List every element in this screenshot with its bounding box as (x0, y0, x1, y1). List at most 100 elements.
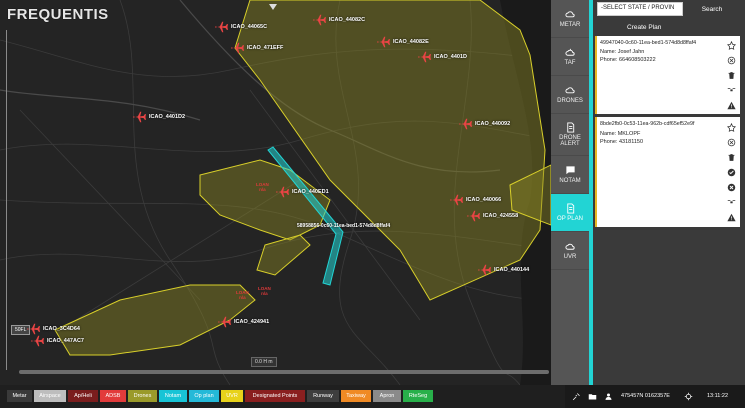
rail-label: NOTAM (559, 178, 581, 184)
legend-designated-points[interactable]: Designated Points (245, 390, 305, 402)
rail-label: DRONES (557, 98, 583, 104)
op-plan-card[interactable]: 49947040-0c60-11ea-bed1-574d8d8ffaf4 Nam… (595, 36, 740, 114)
flight-marker[interactable]: ICAO_471EFF (230, 41, 283, 55)
card-stripe (595, 36, 597, 114)
status-bar: 475457N 0162357E 13:11:22 (565, 385, 745, 408)
time-scale-bar[interactable] (19, 370, 549, 374)
drone-icon[interactable] (727, 86, 736, 95)
airplane-icon (467, 210, 480, 222)
rail-label: UVR (563, 254, 577, 260)
rail-op-plan[interactable]: OP PLAN (551, 194, 589, 232)
flight-marker[interactable]: ICAO_4401D (417, 50, 467, 64)
card-uuid: 49947040-0c60-11ea-bed1-574d8d8ffaf4 (600, 40, 697, 46)
flight-marker[interactable]: ICAO_424558 (466, 209, 518, 223)
legend-metar[interactable]: Metar (7, 390, 32, 402)
flight-label: ICAO_44065C (231, 24, 268, 30)
airplane-icon (450, 194, 463, 206)
flight-label: ICAO_44082C (329, 17, 366, 23)
legend-taxiway[interactable]: Taxiway (341, 390, 371, 402)
legend-airspace[interactable]: Airspace (34, 390, 66, 402)
cloud-icon (564, 243, 575, 250)
flight-label: ICAO_424941 (234, 319, 270, 325)
flight-marker[interactable]: ICAO_447AC7 (30, 334, 84, 348)
rail-notam[interactable]: NOTAM (551, 156, 589, 194)
state-select[interactable]: -SELECT STATE / PROVIN (597, 2, 683, 16)
rail-drones[interactable]: DRONES (551, 76, 589, 114)
loan-label-text: LOAN n/a (256, 182, 269, 192)
op-plan-card[interactable]: 8bde2fb0-0c53-11ea-962b-cdf65ef52e9f Nam… (595, 117, 740, 227)
flight-label: ICAO_440144 (494, 267, 530, 273)
cloud-sun-icon (564, 48, 575, 56)
legend-apron[interactable]: Apron (373, 390, 401, 402)
airplane-icon (215, 21, 228, 33)
card-uuid: 8bde2fb0-0c53-11ea-962b-cdf65ef52e9f (600, 121, 695, 127)
loan-label-text: LOAN n/a (236, 290, 249, 300)
rail-uvr[interactable]: UVR (551, 232, 589, 270)
cloud-sync-icon (564, 87, 575, 94)
trash-icon[interactable] (727, 153, 736, 162)
rail-label: TAF (564, 60, 576, 66)
search-button[interactable]: Search (689, 2, 735, 16)
loan-label: LOAN n/a (258, 286, 271, 296)
card-phone: Phone: 664608503222 (600, 57, 656, 63)
airplane-icon (276, 186, 289, 198)
app-root: FREQUENTIS 50FL 58958856-0c60-11ea-bed1-… (0, 0, 745, 408)
map-view[interactable]: FREQUENTIS 50FL 58958856-0c60-11ea-bed1-… (0, 0, 551, 385)
rail-label: METAR (559, 22, 581, 28)
legend-op-plan[interactable]: Op plan (189, 390, 219, 402)
rail-label: DRONE ALERT (559, 135, 581, 147)
close-circle-icon[interactable] (727, 56, 736, 65)
legend-notam[interactable]: Notam (159, 390, 187, 402)
trash-icon[interactable] (727, 71, 736, 80)
flight-marker[interactable]: ICAO_424941 (217, 315, 269, 329)
star-icon[interactable] (726, 41, 736, 50)
north-arrow (269, 4, 277, 10)
rail-drone-alert[interactable]: DRONE ALERT (551, 114, 589, 156)
legend-rteseg[interactable]: RteSeg (403, 390, 433, 402)
flight-marker[interactable]: ICAO_440ED1 (275, 185, 329, 199)
cloud-sync-icon (564, 11, 575, 18)
scale-label: 0.0 H m (251, 357, 277, 367)
rail-taf[interactable]: TAF (551, 38, 589, 76)
layer-rail: METAR TAF DRONES DRONE ALERT NOTAM OP PL… (551, 0, 589, 385)
legend-drones[interactable]: Drones (128, 390, 157, 402)
altitude-scale[interactable] (6, 30, 7, 370)
star-icon[interactable] (726, 123, 736, 132)
check-circle-icon[interactable] (727, 168, 736, 177)
card-actions (725, 123, 737, 228)
op-plan-panel: -SELECT STATE / PROVIN Search Create Pla… (593, 0, 745, 385)
legend-runway[interactable]: Runway (307, 390, 339, 402)
flight-marker[interactable]: ICAO_440144 (477, 263, 529, 277)
airplane-icon (133, 111, 146, 123)
document-icon (566, 203, 574, 214)
crosshair-icon[interactable] (683, 391, 693, 401)
legend-ap-heli[interactable]: Ap/Heli (68, 390, 98, 402)
flight-marker[interactable]: ICAO_44082E (376, 35, 429, 49)
warning-icon[interactable] (726, 213, 736, 222)
legend-adsb[interactable]: ADSB (100, 390, 126, 402)
cancel-circle-icon[interactable] (727, 183, 736, 192)
flight-label: ICAO_424558 (483, 213, 519, 219)
tools-icon[interactable] (571, 391, 581, 401)
flight-label: ICAO_3C4D64 (43, 326, 80, 332)
close-circle-icon[interactable] (727, 138, 736, 147)
flight-marker[interactable]: ICAO_44065C (214, 20, 267, 34)
create-plan-button[interactable]: Create Plan (627, 24, 661, 31)
airplane-icon (231, 42, 244, 54)
flight-marker[interactable]: ICAO_440066 (449, 193, 501, 207)
card-actions (725, 41, 737, 116)
drone-icon[interactable] (727, 198, 736, 207)
warning-icon[interactable] (726, 101, 736, 110)
flight-label: ICAO_440092 (475, 121, 511, 127)
frequentis-logo: FREQUENTIS (7, 6, 109, 23)
flight-marker[interactable]: ICAO_440092 (458, 117, 510, 131)
rail-metar[interactable]: METAR (551, 0, 589, 38)
folder-icon[interactable] (587, 391, 597, 401)
legend-uvr[interactable]: UVR (221, 390, 243, 402)
airplane-icon (478, 264, 491, 276)
airplane-icon (31, 335, 44, 347)
flight-marker[interactable]: ICAO_4401D2 (132, 110, 185, 124)
user-icon[interactable] (603, 391, 613, 401)
document-icon (566, 122, 574, 133)
flight-marker[interactable]: ICAO_44082C (312, 13, 365, 27)
